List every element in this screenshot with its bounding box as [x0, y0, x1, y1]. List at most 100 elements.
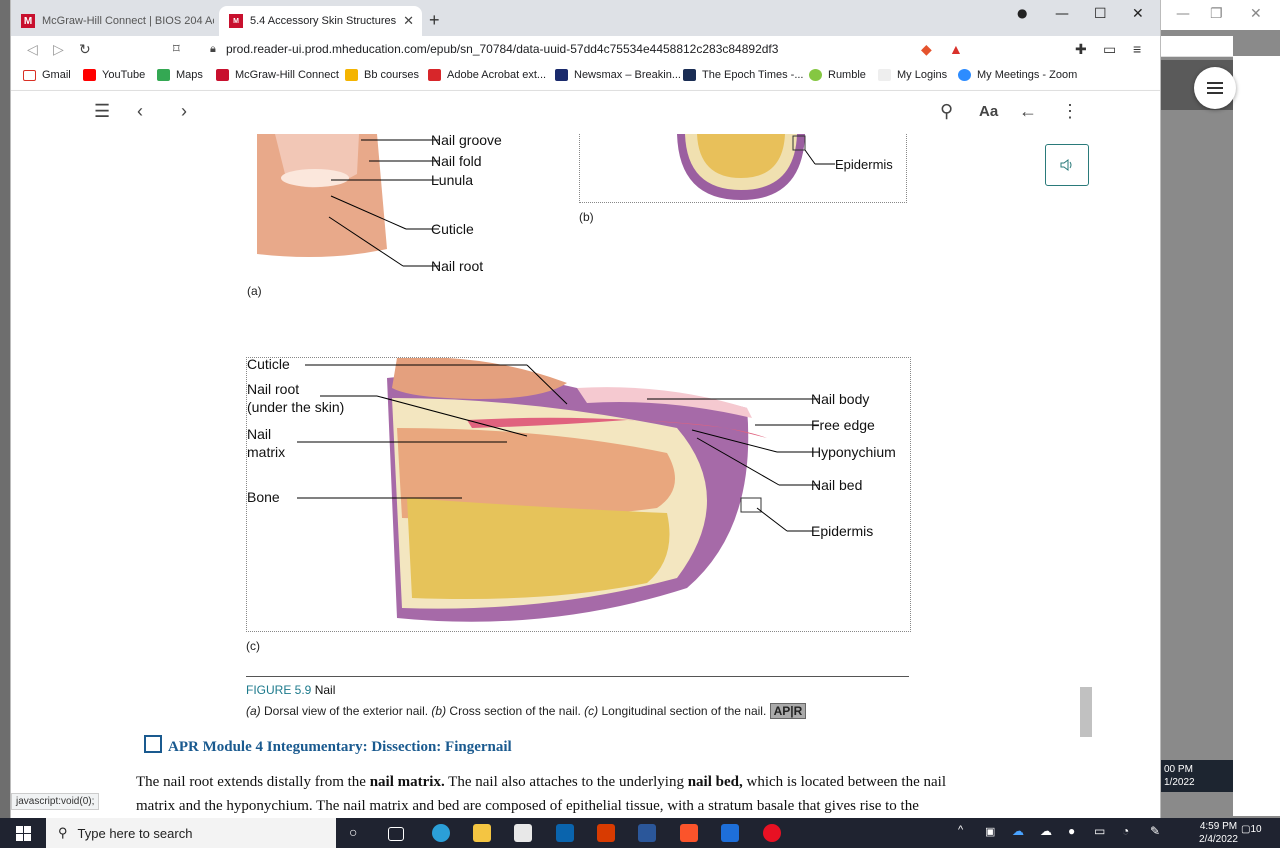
bookmark-logins[interactable]: My Logins	[878, 69, 947, 81]
background-titlebar: — ❐ ✕	[1160, 0, 1280, 30]
bookmark-gmail[interactable]: Gmail	[23, 69, 71, 81]
forward-icon[interactable]: ▷	[53, 41, 64, 58]
pen-icon[interactable]: ✎	[1150, 824, 1160, 838]
close-tab-icon[interactable]: ✕	[403, 13, 414, 29]
body-line-1: The nail root extends distally from the …	[136, 770, 1036, 794]
office-icon[interactable]	[597, 824, 615, 842]
maximize-button[interactable]: ☐	[1094, 6, 1107, 22]
figure-number: FIGURE 5.9	[246, 683, 312, 697]
notification-center[interactable]: ▢10	[1241, 824, 1262, 835]
bookmark-maps[interactable]: Maps	[157, 69, 203, 81]
apr-badge[interactable]: AP|R	[769, 703, 807, 719]
previous-page-icon[interactable]: ‹	[137, 101, 143, 122]
cloud-icon[interactable]: ☁	[1040, 824, 1052, 838]
tab-accessory-skin[interactable]: M 5.4 Accessory Skin Structures ✕	[219, 6, 422, 36]
word-icon[interactable]	[638, 824, 656, 842]
table-of-contents-icon[interactable]: ☰	[94, 101, 110, 122]
label-hyponychium: Hyponychium	[811, 444, 896, 460]
url-text[interactable]: prod.reader-ui.prod.mheducation.com/epub…	[226, 42, 778, 56]
gmail-icon	[23, 69, 36, 81]
tray-chevron-icon[interactable]: ^	[958, 824, 963, 836]
body-text: The nail also attaches to the underlying	[444, 774, 688, 790]
next-page-icon[interactable]: ›	[181, 101, 187, 122]
cortana-icon[interactable]: ○	[349, 824, 357, 840]
brave-icon[interactable]	[680, 824, 698, 842]
caption-divider	[246, 676, 909, 677]
microphone-icon[interactable]: ●	[1068, 824, 1075, 838]
taskbar-clock[interactable]: 4:59 PM 2/4/2022	[1199, 820, 1238, 846]
store-icon[interactable]	[514, 824, 532, 842]
taskbar: ⚲ Type here to search ○ ^ ▣ ☁ ☁ ● ▭ ◔ ✎ …	[0, 818, 1280, 848]
hamburger-menu-button[interactable]	[1194, 67, 1236, 109]
brave-shield-icon[interactable]: ◆	[921, 41, 932, 58]
tray-display-icon[interactable]: ▣	[985, 825, 995, 838]
battery-icon[interactable]: ▭	[1094, 824, 1105, 838]
mheducation-icon: M	[229, 14, 243, 28]
profile-icon[interactable]: ●	[1017, 6, 1027, 20]
file-explorer-icon[interactable]	[473, 824, 491, 842]
mail-app-icon[interactable]	[721, 824, 739, 842]
panel-a-tag: (a)	[247, 284, 262, 298]
extensions-icon[interactable]: ✚	[1075, 41, 1087, 58]
bookmark-label: Adobe Acrobat ext...	[447, 69, 547, 81]
youtube-icon	[83, 69, 96, 81]
wifi-icon[interactable]: ◔	[1122, 824, 1129, 838]
background-clock: 00 PM 1/2022	[1160, 760, 1233, 792]
tab-label: McGraw-Hill Connect | BIOS 204 Acc	[42, 15, 214, 27]
reload-icon[interactable]: ↻	[79, 41, 91, 58]
search-icon: ⚲	[58, 825, 68, 840]
mcgraw-hill-icon	[216, 69, 229, 81]
brave-rewards-icon[interactable]: ▲	[949, 41, 963, 57]
task-view-icon[interactable]	[388, 827, 404, 841]
tab-connect[interactable]: M McGraw-Hill Connect | BIOS 204 Acc	[11, 6, 219, 36]
font-settings-button[interactable]: Aa	[979, 103, 998, 120]
recording-icon[interactable]	[763, 824, 781, 842]
search-icon[interactable]: ⚲	[940, 101, 953, 122]
bookmark-star-icon[interactable]: ⌑	[173, 41, 180, 57]
reader-content: Nail groove Nail fold Lunula Cuticle Nai…	[11, 134, 1160, 818]
close-window-button[interactable]: ✕	[1132, 6, 1144, 22]
browser-menu-icon[interactable]: ≡	[1133, 41, 1141, 57]
bookmark-bb[interactable]: Bb courses	[345, 69, 419, 81]
bookmark-youtube[interactable]: YouTube	[83, 69, 145, 81]
minimize-icon: —	[1176, 6, 1190, 22]
onedrive-icon[interactable]: ☁	[1012, 824, 1024, 838]
read-aloud-button[interactable]	[1045, 144, 1089, 186]
wallet-icon[interactable]: ▭	[1103, 41, 1116, 58]
minimize-button[interactable]: —	[1055, 6, 1069, 22]
label-free-edge: Free edge	[811, 417, 875, 433]
label-cuticle-c: Cuticle	[247, 356, 290, 372]
label-nail-groove: Nail groove	[431, 134, 502, 148]
edge-icon[interactable]	[432, 824, 450, 842]
label-matrix: matrix	[247, 444, 286, 460]
external-link-icon	[144, 735, 162, 753]
taskbar-search[interactable]: ⚲ Type here to search	[46, 818, 336, 848]
label-under-skin: (under the skin)	[247, 399, 345, 415]
label-bone: Bone	[247, 489, 280, 505]
label-nail-bed: Nail bed	[811, 477, 863, 493]
speaker-icon	[1060, 159, 1072, 171]
body-text: which is located between the nail	[742, 774, 946, 790]
more-options-icon[interactable]: ⋮	[1061, 101, 1079, 122]
bookmark-acrobat[interactable]: Adobe Acrobat ext...	[428, 69, 546, 81]
background-panel	[1233, 56, 1280, 816]
label-nail-root: Nail root	[431, 258, 484, 274]
new-tab-button[interactable]: +	[429, 10, 440, 31]
label-nail: Nail	[247, 426, 272, 442]
apr-module-link[interactable]: APR Module 4 Integumentary: Dissection: …	[144, 735, 512, 756]
bookmark-newsmax[interactable]: Newsmax – Breakin...	[555, 69, 681, 81]
mail-icon[interactable]	[556, 824, 574, 842]
windows-start-icon[interactable]	[16, 826, 31, 841]
tab-label: 5.4 Accessory Skin Structures	[250, 15, 397, 27]
bookmark-rumble[interactable]: Rumble	[809, 69, 866, 81]
search-placeholder: Type here to search	[77, 825, 193, 841]
bookmark-label: Gmail	[42, 69, 71, 81]
maps-icon	[157, 69, 170, 81]
bookmark-zoom[interactable]: My Meetings - Zoom	[958, 69, 1077, 81]
address-bar: ◁ ▷ ↻ ⌑ 🔒︎ prod.reader-ui.prod.mheducati…	[11, 36, 1160, 64]
back-icon[interactable]: ◁	[27, 41, 38, 58]
scrollbar-thumb[interactable]	[1080, 687, 1092, 737]
bookmark-connect[interactable]: McGraw-Hill Connect	[216, 69, 339, 81]
bookmark-epoch[interactable]: The Epoch Times -...	[683, 69, 803, 81]
back-arrow-icon[interactable]: ←	[1019, 101, 1037, 122]
